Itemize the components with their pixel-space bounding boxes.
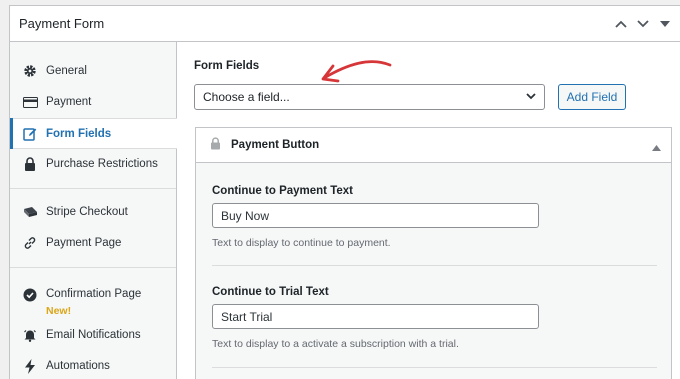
form-fields-heading: Form Fields: [194, 60, 260, 72]
edit-icon: [22, 126, 38, 142]
tab-confirmation-page[interactable]: Confirmation Page New!: [10, 276, 176, 320]
continue-text-label: Continue to Payment Text: [212, 185, 353, 197]
collapse-toggle-icon[interactable]: [656, 15, 674, 33]
chevron-down-icon: [525, 90, 537, 105]
tab-purchase-restrictions[interactable]: Purchase Restrictions: [10, 149, 176, 180]
tab-payment-page[interactable]: Payment Page: [10, 228, 176, 259]
link-icon: [22, 235, 38, 251]
check-circle-icon: [22, 287, 38, 303]
collapse-triangle-icon[interactable]: [652, 140, 661, 154]
move-up-icon[interactable]: [612, 15, 630, 33]
payment-button-field-header[interactable]: Payment Button: [196, 128, 671, 163]
field-divider: [212, 367, 657, 368]
tab-purchase-restrictions-label: Purchase Restrictions: [46, 158, 158, 170]
add-field-button[interactable]: Add Field: [558, 84, 626, 110]
trial-text-help: Text to display to a activate a subscrip…: [212, 338, 459, 350]
tab-form-fields[interactable]: Form Fields: [10, 118, 177, 149]
tab-automations[interactable]: Automations: [10, 351, 176, 379]
trial-text-label: Continue to Trial Text: [212, 286, 329, 298]
move-down-icon[interactable]: [634, 15, 652, 33]
lock-icon: [22, 156, 38, 172]
payment-button-field: Payment Button Continue to Payment Text …: [195, 127, 672, 379]
tab-email-notifications[interactable]: Email Notifications: [10, 320, 176, 351]
lock-icon: [210, 137, 221, 153]
field-type-select[interactable]: Choose a field...: [194, 84, 545, 110]
continue-text-help: Text to display to continue to payment.: [212, 237, 391, 249]
tab-payment-label: Payment: [46, 96, 92, 108]
trial-text-input[interactable]: [212, 304, 539, 329]
bolt-icon: [22, 358, 38, 374]
settings-sidebar: General Payment Form Fields Purchase Res…: [10, 42, 177, 379]
tab-stripe-checkout-label: Stripe Checkout: [46, 206, 128, 218]
panel-controls: [612, 15, 674, 33]
tab-form-fields-label: Form Fields: [46, 127, 112, 140]
field-divider: [212, 265, 657, 266]
gear-icon: [22, 63, 38, 79]
new-badge: New!: [46, 305, 72, 317]
field-title: Payment Button: [231, 139, 320, 151]
tab-general[interactable]: General: [10, 56, 176, 87]
sidebar-divider: [10, 267, 176, 268]
sidebar-divider: [10, 188, 176, 189]
tab-payment-page-label: Payment Page: [46, 237, 122, 249]
tab-stripe-checkout[interactable]: Stripe Checkout: [10, 197, 176, 228]
tab-general-label: General: [46, 65, 87, 77]
tab-payment[interactable]: Payment: [10, 87, 176, 118]
panel-header: Payment Form: [10, 6, 680, 42]
tab-automations-label: Automations: [46, 360, 110, 372]
stripe-icon: [22, 204, 38, 220]
continue-text-input[interactable]: [212, 203, 539, 228]
tab-confirmation-page-label: Confirmation Page: [46, 288, 142, 300]
field-type-select-value: Choose a field...: [203, 90, 290, 104]
tab-email-notifications-label: Email Notifications: [46, 329, 141, 341]
credit-card-icon: [22, 94, 38, 110]
bell-icon: [22, 327, 38, 343]
panel-title: Payment Form: [19, 16, 105, 31]
payment-form-panel: Payment Form General Payment Form Fields…: [9, 5, 680, 379]
